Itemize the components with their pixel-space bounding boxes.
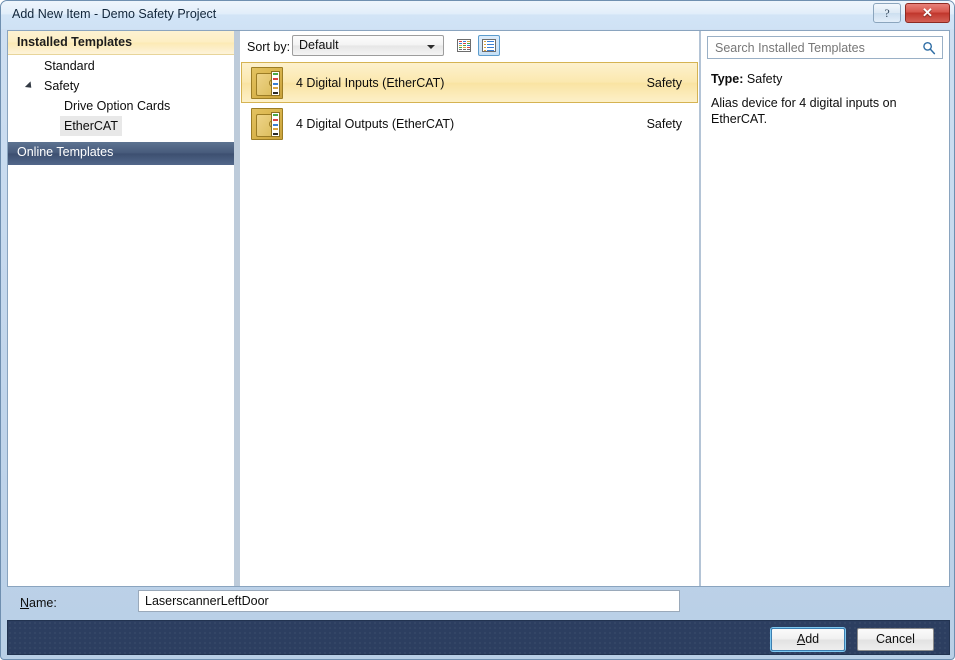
dialog-footer: Add Cancel	[7, 620, 950, 655]
installed-templates-header: Installed Templates	[8, 31, 234, 55]
templates-tree-pane: Installed Templates Standard Safety Driv…	[8, 31, 234, 586]
tree-item-safety[interactable]: Safety	[8, 76, 234, 96]
list-item[interactable]: 4 Digital Inputs (EtherCAT) Safety	[241, 62, 698, 103]
cancel-button[interactable]: Cancel	[857, 628, 934, 651]
list-item-title: 4 Digital Outputs (EtherCAT)	[296, 117, 455, 131]
templates-tree: Standard Safety Drive Option Cards Ether…	[8, 56, 234, 136]
add-button[interactable]: Add	[771, 628, 845, 651]
title-bar: Add New Item - Demo Safety Project ? ✕	[1, 1, 954, 29]
sort-by-value: Default	[299, 38, 339, 52]
view-medium-icons-button[interactable]	[453, 35, 475, 56]
name-label: Name:	[20, 596, 57, 610]
name-label-accel: N	[20, 596, 30, 610]
list-item-title: 4 Digital Inputs (EtherCAT)	[296, 76, 445, 90]
add-button-accel: A	[796, 632, 806, 646]
detail-description: Alias device for 4 digital inputs on Eth…	[711, 96, 897, 126]
template-list[interactable]: 4 Digital Inputs (EtherCAT) Safety 4 Dig…	[241, 62, 698, 585]
grid-view-icon	[457, 39, 471, 52]
tree-item-standard[interactable]: Standard	[8, 56, 234, 76]
tree-item-label: Drive Option Cards	[64, 99, 171, 113]
add-new-item-dialog: Add New Item - Demo Safety Project ? ✕ I…	[0, 0, 955, 660]
chevron-down-icon[interactable]	[24, 81, 35, 91]
template-details: Type: Safety Alias device for 4 digital …	[711, 72, 937, 127]
help-button[interactable]: ?	[873, 3, 901, 23]
list-toolbar: Sort by: Default	[240, 31, 699, 62]
add-button-suffix: dd	[805, 632, 820, 646]
window-title: Add New Item - Demo Safety Project	[12, 7, 217, 21]
sort-by-dropdown[interactable]: Default	[292, 35, 444, 56]
search-placeholder: Search Installed Templates	[715, 41, 865, 55]
tree-item-label: Safety	[44, 79, 80, 93]
safety-device-icon	[251, 108, 283, 140]
safety-device-icon	[251, 67, 283, 99]
online-templates-header[interactable]: Online Templates	[8, 142, 234, 165]
tree-item-label: Standard	[44, 59, 95, 73]
list-item-category: Safety	[646, 117, 682, 131]
search-input[interactable]: Search Installed Templates	[707, 36, 943, 59]
details-pane: Search Installed Templates Type: Safety …	[701, 31, 949, 586]
name-label-suffix: ame:	[29, 596, 57, 610]
templates-list-pane: Sort by: Default 4 Digital Inputs (Ether…	[240, 31, 699, 586]
tree-item-ethercat[interactable]: EtherCAT	[8, 116, 234, 136]
list-item-category: Safety	[646, 76, 682, 90]
detail-type-label: Type:	[711, 72, 744, 86]
detail-type-value: Safety	[746, 72, 783, 86]
search-icon[interactable]	[922, 41, 936, 55]
list-item[interactable]: 4 Digital Outputs (EtherCAT) Safety	[241, 103, 698, 144]
view-list-button[interactable]	[478, 35, 500, 56]
chevron-down-icon	[427, 45, 435, 49]
close-icon[interactable]: ✕	[905, 3, 950, 23]
tree-item-label: EtherCAT	[60, 116, 122, 136]
name-row: Name: LaserscannerLeftDoor	[7, 588, 950, 620]
sort-by-label: Sort by:	[247, 40, 291, 54]
list-view-icon	[482, 39, 496, 52]
name-input[interactable]: LaserscannerLeftDoor	[138, 590, 680, 612]
tree-item-drive-option-cards[interactable]: Drive Option Cards	[8, 96, 234, 116]
detail-type-row: Type: Safety	[711, 72, 937, 86]
dialog-content: Installed Templates Standard Safety Driv…	[7, 30, 950, 587]
